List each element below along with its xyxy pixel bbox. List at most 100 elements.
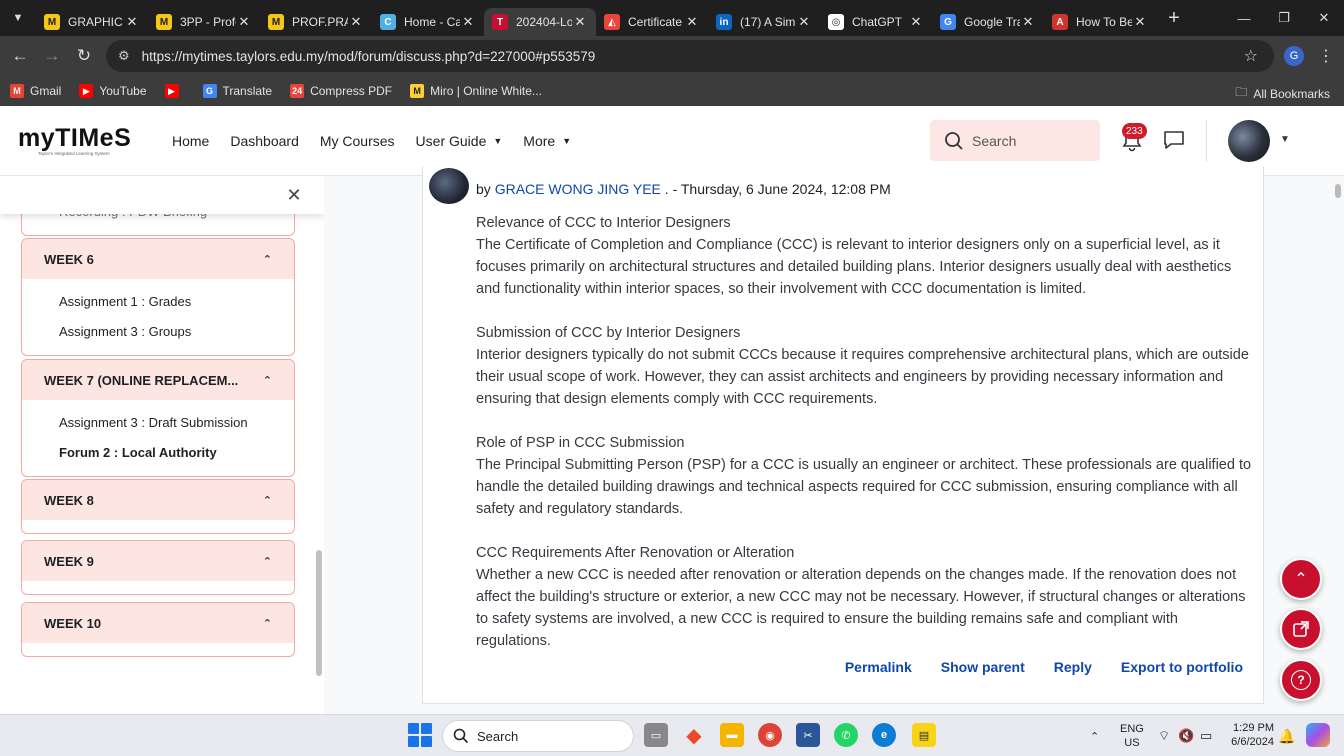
messages-icon[interactable]: [1163, 130, 1185, 150]
all-bookmarks-button[interactable]: 🗀 All Bookmarks: [1235, 83, 1330, 104]
task-view-icon[interactable]: ▭: [644, 723, 668, 747]
show-hidden-icons-chevron-icon[interactable]: ⌃: [1090, 715, 1099, 756]
address-bar[interactable]: ⚙ https://mytimes.taylors.edu.my/mod/for…: [106, 40, 1274, 72]
tab-close-icon[interactable]: ✕: [684, 14, 700, 30]
show-parent-link[interactable]: Show parent: [941, 659, 1025, 675]
new-tab-button[interactable]: +: [1160, 4, 1188, 32]
collapse-chevron-icon[interactable]: ⌃: [263, 555, 272, 568]
course-activity-link[interactable]: Assignment 3 : Draft Submission: [22, 408, 294, 438]
copilot-icon[interactable]: [1306, 723, 1330, 747]
restore-button[interactable]: ❐: [1264, 0, 1304, 36]
taskbar-search-input[interactable]: Search: [442, 720, 634, 752]
tab-close-icon[interactable]: ✕: [236, 14, 252, 30]
site-search-input[interactable]: Search: [930, 120, 1100, 161]
close-drawer-icon[interactable]: ✕: [284, 185, 304, 205]
bookmark-item[interactable]: 24 Compress PDF: [290, 84, 392, 98]
bookmark-item[interactable]: M Miro | Online White...: [410, 84, 542, 98]
system-clock[interactable]: 1:29 PM 6/6/2024: [1226, 721, 1274, 749]
volume-muted-icon[interactable]: 🔇: [1178, 715, 1194, 756]
nav-item-my-courses[interactable]: My Courses: [320, 133, 395, 149]
browser-tab[interactable]: in (17) A Sim ✕: [708, 8, 820, 36]
browser-tab[interactable]: C Home - Ca ✕: [372, 8, 484, 36]
tab-close-icon[interactable]: ✕: [124, 14, 140, 30]
reload-button[interactable]: ↻: [68, 40, 100, 72]
nav-item-home[interactable]: Home: [172, 133, 209, 149]
week-section-header[interactable]: WEEK 7 (ONLINE REPLACEM... ⌃: [22, 360, 294, 400]
permalink-link[interactable]: Permalink: [845, 659, 912, 675]
week-section-header[interactable]: WEEK 10 ⌃: [22, 603, 294, 643]
bookmark-item[interactable]: ▶ YouTube: [79, 84, 147, 98]
browser-profile-avatar[interactable]: G: [1284, 46, 1304, 66]
bookmark-item[interactable]: M Gmail: [10, 84, 61, 98]
nav-item-dashboard[interactable]: Dashboard: [230, 133, 299, 149]
export-to-portfolio-link[interactable]: Export to portfolio: [1121, 659, 1243, 675]
file-explorer-icon[interactable]: ▬: [720, 723, 744, 747]
tab-search-button[interactable]: ▼: [0, 0, 36, 36]
browser-tab[interactable]: T 202404-Lo ✕: [484, 8, 596, 36]
browser-tab[interactable]: M PROF.PRA ✕: [260, 8, 372, 36]
page-scrollbar[interactable]: [1335, 184, 1341, 198]
chevron-down-icon: ▼: [562, 136, 572, 146]
tab-title: PROF.PRA: [292, 15, 348, 29]
chrome-icon[interactable]: ◉: [758, 723, 782, 747]
collapse-chevron-icon[interactable]: ⌃: [263, 374, 272, 387]
course-activity-link[interactable]: Assignment 3 : Groups: [22, 317, 294, 347]
collapse-chevron-icon[interactable]: ⌃: [263, 253, 272, 266]
browser-tab[interactable]: G Google Tra ✕: [932, 8, 1044, 36]
edge-icon[interactable]: e: [872, 723, 896, 747]
open-in-window-button[interactable]: [1280, 608, 1322, 650]
tab-close-icon[interactable]: ✕: [796, 14, 812, 30]
back-to-top-button[interactable]: ⌃: [1280, 558, 1322, 600]
notification-bell-icon[interactable]: 🔔: [1278, 715, 1295, 756]
tab-close-icon[interactable]: ✕: [1020, 14, 1036, 30]
site-info-icon[interactable]: ⚙: [118, 48, 130, 64]
tab-close-icon[interactable]: ✕: [460, 14, 476, 30]
whatsapp-icon[interactable]: ✆: [834, 723, 858, 747]
forward-button[interactable]: →: [36, 40, 68, 72]
input-language-indicator[interactable]: ENG US: [1120, 722, 1144, 750]
browser-menu-icon[interactable]: ⋮: [1318, 46, 1334, 66]
bookmark-item[interactable]: ▶: [164, 84, 185, 98]
tab-close-icon[interactable]: ✕: [572, 14, 588, 30]
git-app-icon[interactable]: ◆: [682, 723, 706, 747]
week-title: WEEK 8: [44, 492, 94, 508]
browser-tab[interactable]: A How To Be ✕: [1044, 8, 1156, 36]
reply-link[interactable]: Reply: [1054, 659, 1092, 675]
post-author-avatar[interactable]: [429, 168, 469, 204]
windows-start-icon[interactable]: [408, 723, 432, 747]
tab-title: 3PP - Profe: [180, 15, 236, 29]
course-activity-link[interactable]: Forum 2 : Local Authority: [22, 438, 294, 468]
external-window-icon: [1293, 621, 1309, 637]
week-section-header[interactable]: WEEK 6 ⌃: [22, 239, 294, 279]
close-window-button[interactable]: ✕: [1304, 0, 1344, 36]
sticky-notes-icon[interactable]: ▤: [912, 723, 936, 747]
browser-tab[interactable]: M GRAPHIC ✕: [36, 8, 148, 36]
drawer-scrollbar[interactable]: [316, 550, 322, 676]
tab-close-icon[interactable]: ✕: [908, 14, 924, 30]
collapse-chevron-icon[interactable]: ⌃: [263, 617, 272, 630]
nav-item-user-guide[interactable]: User Guide ▼: [416, 133, 503, 149]
user-menu-chevron-icon[interactable]: ▼: [1280, 134, 1290, 145]
post-author-link[interactable]: GRACE WONG JING YEE: [495, 181, 661, 197]
battery-icon[interactable]: ▭: [1200, 715, 1212, 756]
browser-tab[interactable]: ◭ Certificate ✕: [596, 8, 708, 36]
tab-close-icon[interactable]: ✕: [348, 14, 364, 30]
site-logo[interactable]: myTIMeS Taylor's Integrated Learning Sys…: [18, 124, 131, 164]
week-section-header[interactable]: WEEK 9 ⌃: [22, 541, 294, 581]
collapse-chevron-icon[interactable]: ⌃: [263, 494, 272, 507]
nav-item-more[interactable]: More ▼: [523, 133, 571, 149]
minimize-button[interactable]: —: [1224, 0, 1264, 36]
snipping-tool-icon[interactable]: ✂: [796, 723, 820, 747]
browser-tab[interactable]: ◎ ChatGPT ✕: [820, 8, 932, 36]
bookmark-star-icon[interactable]: ☆: [1244, 46, 1258, 66]
user-avatar[interactable]: [1228, 120, 1270, 162]
week-section-header[interactable]: WEEK 8 ⌃: [22, 480, 294, 520]
back-button[interactable]: ←: [4, 40, 36, 72]
bookmark-item[interactable]: G Translate: [202, 84, 272, 98]
course-activity-link[interactable]: Assignment 1 : Grades: [22, 287, 294, 317]
tab-close-icon[interactable]: ✕: [1132, 14, 1148, 30]
browser-tab[interactable]: M 3PP - Profe ✕: [148, 8, 260, 36]
help-button[interactable]: ?: [1280, 659, 1322, 701]
tab-favicon-icon: ◎: [828, 14, 844, 30]
wifi-icon[interactable]: ⌔: [1158, 715, 1170, 756]
